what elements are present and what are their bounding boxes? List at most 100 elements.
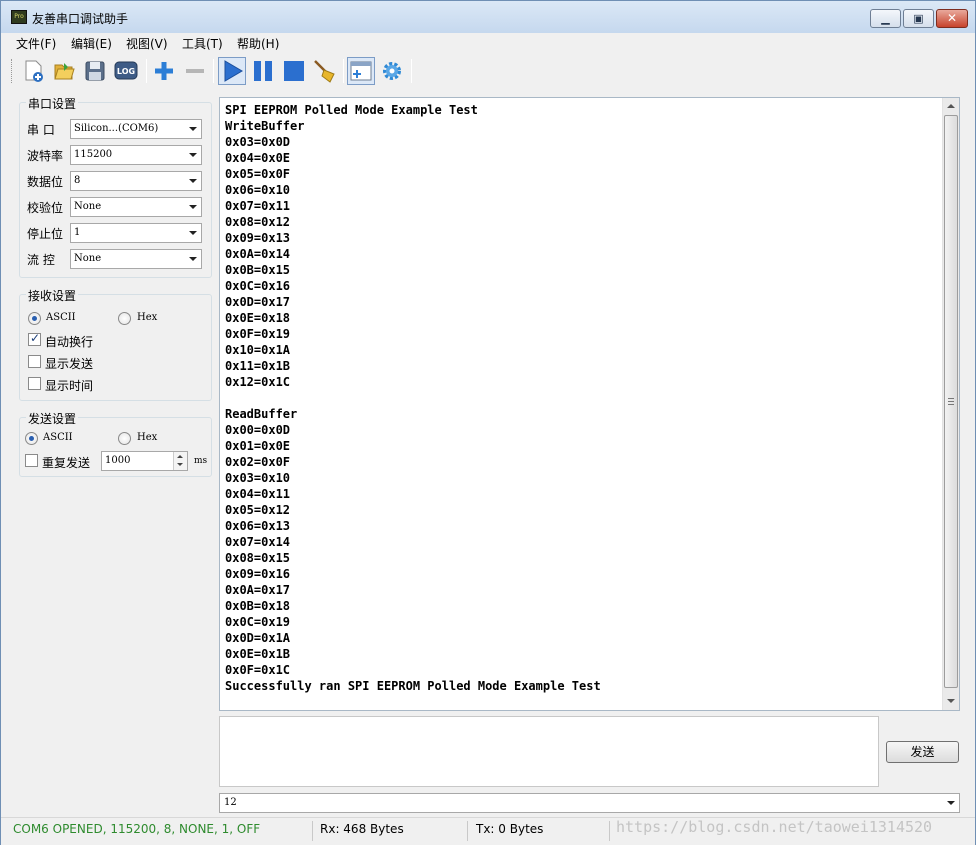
stopbits-select[interactable]: 1 xyxy=(70,223,202,243)
parity-label: 校验位 xyxy=(27,201,64,215)
title-bar[interactable]: Pro 友善串口调试助手 ▁ ▣ ✕ xyxy=(1,1,975,33)
chevron-down-icon xyxy=(189,153,197,157)
databits-label: 数据位 xyxy=(27,175,64,189)
show-send-checkbox[interactable] xyxy=(28,355,41,368)
chevron-down-icon xyxy=(189,179,197,183)
receive-hex-label: Hex xyxy=(137,312,158,323)
repeat-send-checkbox[interactable] xyxy=(25,454,38,467)
interval-spin-buttons[interactable] xyxy=(173,452,187,470)
open-button[interactable] xyxy=(50,57,78,85)
receive-ascii-radio[interactable] xyxy=(28,312,41,325)
chevron-down-icon xyxy=(189,205,197,209)
port-select-value: Silicon...(COM6) xyxy=(74,123,159,134)
app-logo-icon: Pro xyxy=(11,10,27,24)
menu-tools[interactable]: 工具(T) xyxy=(182,35,223,52)
receive-scrollbar[interactable] xyxy=(942,98,959,710)
receive-textarea[interactable]: SPI EEPROM Polled Mode Example Test Writ… xyxy=(219,97,960,711)
show-time-checkbox[interactable] xyxy=(28,377,41,390)
scroll-up-icon[interactable] xyxy=(947,104,955,108)
parity-select[interactable]: None xyxy=(70,197,202,217)
send-textarea[interactable] xyxy=(219,716,879,787)
spin-down-icon[interactable] xyxy=(177,463,183,466)
send-hex-radio[interactable] xyxy=(118,432,131,445)
interval-value: 1000 xyxy=(105,455,131,466)
connection-status: COM6 OPENED, 115200, 8, NONE, 1, OFF xyxy=(13,822,261,836)
scrollbar-thumb[interactable] xyxy=(944,115,958,688)
window-title: 友善串口调试助手 xyxy=(32,12,129,26)
menu-help[interactable]: 帮助(H) xyxy=(237,35,279,52)
close-icon: ✕ xyxy=(946,11,958,25)
rx-count: Rx: 468 Bytes xyxy=(320,822,404,836)
flow-select-value: None xyxy=(74,253,102,264)
pause-button[interactable] xyxy=(249,57,277,85)
databits-select-value: 8 xyxy=(74,175,81,186)
tx-count: Tx: 0 Bytes xyxy=(476,822,544,836)
spin-up-icon[interactable] xyxy=(177,455,183,458)
toolbar-separator xyxy=(343,59,344,83)
toolbar: LOG xyxy=(1,54,975,89)
settings-gear-icon xyxy=(383,62,401,80)
maximize-button[interactable]: ▣ xyxy=(903,9,934,28)
menu-bar: 文件(F) 编辑(E) 视图(V) 工具(T) 帮助(H) xyxy=(1,33,975,53)
menu-file[interactable]: 文件(F) xyxy=(16,35,56,52)
show-send-label: 显示发送 xyxy=(45,357,94,371)
start-button[interactable] xyxy=(218,57,246,85)
send-settings-title: 发送设置 xyxy=(26,410,79,427)
stop-button[interactable] xyxy=(280,57,308,85)
settings-button[interactable] xyxy=(378,57,406,85)
remove-button[interactable] xyxy=(181,57,209,85)
minimize-button[interactable]: ▁ xyxy=(870,9,901,28)
toolbar-separator xyxy=(213,59,214,83)
close-button[interactable]: ✕ xyxy=(936,9,968,28)
flow-select[interactable]: None xyxy=(70,249,202,269)
menu-edit[interactable]: 编辑(E) xyxy=(71,35,112,52)
scroll-down-icon[interactable] xyxy=(947,699,955,703)
serial-settings-title: 串口设置 xyxy=(26,95,79,112)
interval-unit: ms xyxy=(194,456,208,466)
send-history-value: 12 xyxy=(224,797,237,808)
status-divider xyxy=(467,821,468,841)
menu-view[interactable]: 视图(V) xyxy=(126,35,168,52)
send-ascii-radio[interactable] xyxy=(25,432,38,445)
parity-select-value: None xyxy=(74,201,102,212)
chevron-down-icon xyxy=(947,801,955,805)
auto-wrap-checkbox[interactable]: ✓ xyxy=(28,331,41,346)
toolbar-separator xyxy=(411,59,412,83)
window-toggle-icon xyxy=(350,61,372,81)
window-toggle-button[interactable] xyxy=(347,57,375,85)
clear-button[interactable] xyxy=(311,57,339,85)
log-button[interactable]: LOG xyxy=(112,57,140,85)
send-ascii-label: ASCII xyxy=(43,432,73,443)
add-icon xyxy=(155,62,173,80)
clear-broom-icon xyxy=(314,60,335,83)
chevron-down-icon xyxy=(189,127,197,131)
status-divider xyxy=(312,821,313,841)
flow-label: 流 控 xyxy=(27,253,55,267)
send-button[interactable]: 发送 xyxy=(886,741,959,763)
new-button[interactable] xyxy=(19,57,47,85)
auto-wrap-label: 自动换行 xyxy=(45,335,94,349)
save-button[interactable] xyxy=(81,57,109,85)
baud-label: 波特率 xyxy=(27,149,64,163)
thumb-grip-line xyxy=(948,398,954,399)
open-folder-icon xyxy=(54,63,75,80)
send-hex-label: Hex xyxy=(137,432,158,443)
interval-spinbox[interactable]: 1000 xyxy=(101,451,188,471)
thumb-grip-line xyxy=(948,401,954,402)
svg-text:LOG: LOG xyxy=(117,67,135,76)
save-icon xyxy=(85,61,105,81)
show-time-label: 显示时间 xyxy=(45,379,94,393)
toolbar-grip[interactable] xyxy=(11,59,14,83)
receive-text: SPI EEPROM Polled Mode Example Test Writ… xyxy=(225,103,601,693)
baud-select[interactable]: 115200 xyxy=(70,145,202,165)
receive-hex-radio[interactable] xyxy=(118,312,131,325)
baud-select-value: 115200 xyxy=(74,149,113,160)
databits-select[interactable]: 8 xyxy=(70,171,202,191)
send-history-select[interactable]: 12 xyxy=(219,793,960,813)
port-select[interactable]: Silicon...(COM6) xyxy=(70,119,202,139)
checkmark-icon: ✓ xyxy=(30,331,41,345)
add-button[interactable] xyxy=(150,57,178,85)
stopbits-label: 停止位 xyxy=(27,227,64,241)
play-icon xyxy=(224,60,243,82)
thumb-grip-line xyxy=(948,404,954,405)
